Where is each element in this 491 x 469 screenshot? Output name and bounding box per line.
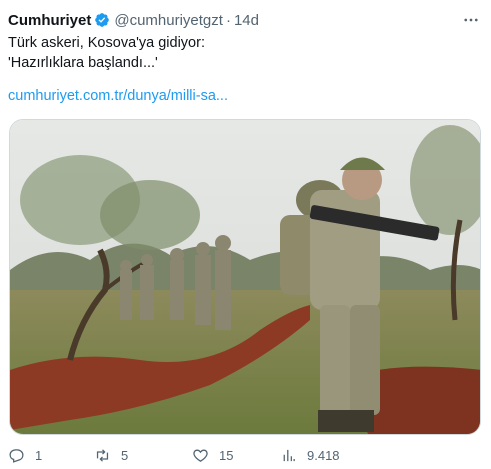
tweet-text-line-2: 'Hazırlıklara başlandı...' bbox=[8, 55, 158, 71]
tweet-text-line-1: Türk askeri, Kosova'ya gidiyor: bbox=[8, 35, 205, 51]
tweet-photo[interactable] bbox=[9, 119, 481, 435]
tweet-timestamp[interactable]: 14d bbox=[234, 12, 259, 29]
like-button[interactable]: 15 bbox=[192, 445, 233, 465]
reply-icon bbox=[9, 448, 24, 463]
author-handle[interactable]: @cumhuriyetgzt bbox=[114, 12, 223, 29]
separator-dot: · bbox=[225, 11, 231, 29]
tweet-actions: 1 5 15 9.418 bbox=[8, 445, 483, 465]
more-options-icon[interactable] bbox=[461, 10, 481, 30]
like-count: 15 bbox=[219, 447, 234, 463]
author-display-name[interactable]: Cumhuriyet bbox=[8, 12, 91, 29]
views-count: 9.418 bbox=[307, 447, 340, 463]
article-link[interactable]: cumhuriyet.com.tr/dunya/milli-sa... bbox=[8, 88, 228, 104]
reply-count: 1 bbox=[35, 447, 43, 463]
verified-badge-icon bbox=[94, 12, 110, 28]
tweet-text: Türk askeri, Kosova'ya gidiyor: 'Hazırlı… bbox=[8, 33, 478, 73]
retweet-count: 5 bbox=[121, 447, 129, 463]
tweet-card[interactable]: Cumhuriyet @cumhuriyetgzt · 14d Türk ask… bbox=[0, 0, 491, 469]
tweet-header: Cumhuriyet @cumhuriyetgzt · 14d bbox=[8, 10, 483, 30]
views-button[interactable]: 9.418 bbox=[280, 445, 340, 465]
reply-button[interactable]: 1 bbox=[8, 445, 42, 465]
soldiers-photo-image bbox=[10, 120, 480, 434]
retweet-button[interactable]: 5 bbox=[94, 445, 128, 465]
like-icon bbox=[193, 449, 208, 462]
retweet-icon bbox=[96, 448, 109, 462]
views-icon bbox=[283, 449, 295, 461]
